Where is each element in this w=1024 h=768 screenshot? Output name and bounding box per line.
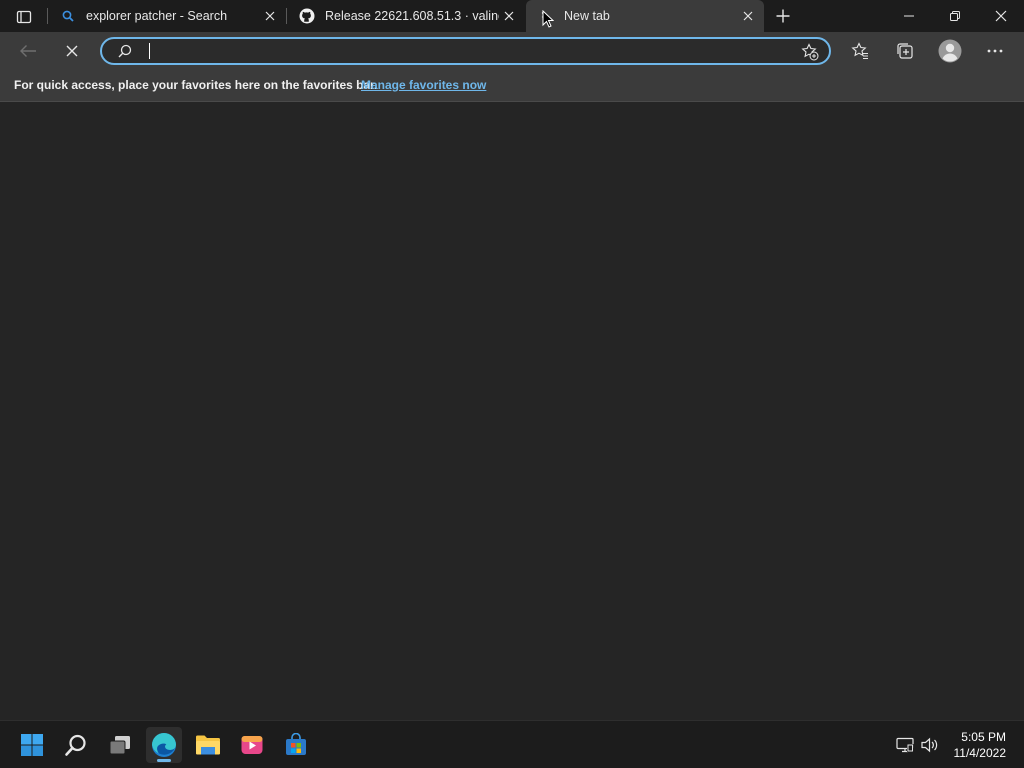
volume-tray-button[interactable] [918, 733, 942, 757]
search-icon [118, 44, 132, 58]
favorites-button[interactable] [845, 36, 875, 66]
tab-new-tab[interactable]: New tab [526, 0, 764, 32]
back-button[interactable] [13, 36, 43, 66]
tab-search[interactable]: explorer patcher - Search [48, 0, 286, 32]
plus-icon [776, 9, 790, 23]
page-content [0, 103, 1024, 720]
store-icon [286, 733, 306, 755]
close-tab-icon[interactable] [260, 6, 280, 26]
search-icon [65, 734, 86, 756]
avatar-icon [938, 39, 962, 63]
start-button[interactable] [14, 727, 50, 763]
tab-title: explorer patcher - Search [86, 9, 228, 23]
more-icon [987, 49, 1003, 53]
close-tab-icon[interactable] [499, 6, 519, 26]
network-icon [896, 737, 914, 753]
text-caret [149, 43, 150, 59]
taskbar-search-button[interactable] [58, 727, 94, 763]
settings-more-button[interactable] [980, 36, 1010, 66]
restore-icon [950, 11, 960, 21]
media-player-button[interactable] [234, 727, 270, 763]
task-view-button[interactable] [102, 727, 138, 763]
volume-icon [921, 737, 938, 753]
collections-button[interactable] [890, 36, 920, 66]
favorites-icon [851, 42, 868, 60]
close-icon [66, 45, 78, 57]
file-explorer-button[interactable] [190, 727, 226, 763]
mouse-cursor-icon [542, 10, 554, 28]
back-arrow-icon [20, 45, 36, 57]
clock-time: 5:05 PM [961, 730, 1006, 744]
favorites-bar-message: For quick access, place your favorites h… [14, 78, 378, 92]
manage-favorites-link[interactable]: Manage favorites now [361, 78, 486, 92]
favorites-bar: For quick access, place your favorites h… [0, 70, 1024, 102]
title-bar: explorer patcher - Search Release 22621.… [0, 0, 1024, 32]
active-app-indicator [157, 759, 171, 762]
close-icon [995, 10, 1007, 22]
tab-title: New tab [564, 9, 610, 23]
profile-button[interactable] [935, 36, 965, 66]
stop-loading-button[interactable] [57, 36, 87, 66]
search-icon [60, 8, 76, 24]
tab-release[interactable]: Release 22621.608.51.3 · valinet/ [287, 0, 525, 32]
taskbar: 5:05 PM 11/4/2022 [0, 720, 1024, 768]
minimize-icon [904, 15, 914, 17]
tab-actions-button[interactable] [10, 6, 38, 28]
media-player-icon [241, 736, 263, 754]
minimize-button[interactable] [886, 0, 932, 32]
clock-date: 11/4/2022 [953, 746, 1007, 760]
edge-icon [152, 733, 176, 757]
tab-title: Release 22621.608.51.3 · valinet/ [325, 9, 499, 23]
close-tab-icon[interactable] [738, 6, 758, 26]
system-clock[interactable]: 5:05 PM 11/4/2022 [954, 729, 1007, 761]
address-input[interactable] [148, 41, 788, 61]
github-icon [299, 8, 315, 24]
close-window-button[interactable] [978, 0, 1024, 32]
file-explorer-icon [196, 735, 220, 755]
restore-button[interactable] [932, 0, 978, 32]
new-tab-button[interactable] [770, 4, 796, 28]
address-bar[interactable] [100, 37, 831, 65]
network-tray-button[interactable] [893, 733, 917, 757]
add-favorite-icon[interactable] [801, 43, 819, 61]
tab-actions-icon [16, 10, 32, 24]
edge-taskbar-button[interactable] [146, 727, 182, 763]
start-icon [21, 734, 43, 756]
store-button[interactable] [278, 727, 314, 763]
toolbar [0, 32, 1024, 70]
collections-icon [897, 43, 913, 59]
task-view-icon [109, 736, 130, 755]
